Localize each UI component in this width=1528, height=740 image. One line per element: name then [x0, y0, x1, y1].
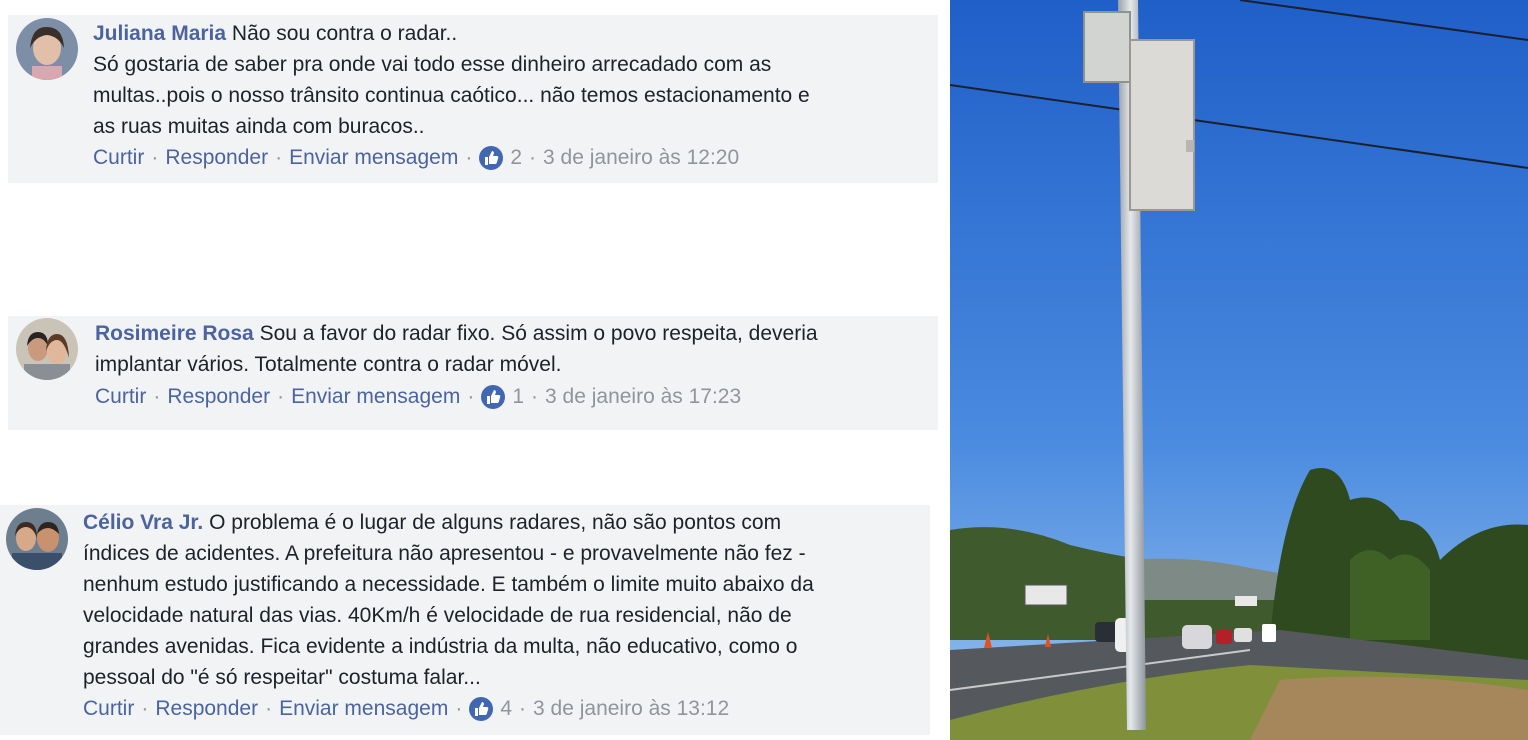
comment: Juliana Maria Não sou contra o radar.. S… — [8, 15, 938, 183]
like-link[interactable]: Curtir — [93, 146, 144, 170]
reply-link[interactable]: Responder — [167, 385, 270, 409]
comment-body: implantar vários. Totalmente contra o ra… — [95, 353, 562, 376]
separator: · — [529, 146, 537, 169]
reaction-count[interactable]: 2 — [510, 146, 522, 170]
separator: · — [141, 697, 149, 720]
thumbs-up-icon[interactable] — [469, 697, 494, 721]
avatar[interactable] — [16, 318, 78, 380]
comment-first-line: O problema é o lugar de alguns radares, … — [209, 511, 782, 534]
comment-body: Só gostaria de saber pra onde vai todo e… — [93, 53, 810, 138]
author-name[interactable]: Rosimeire Rosa — [95, 322, 254, 345]
like-link[interactable]: Curtir — [95, 385, 146, 409]
separator: · — [277, 385, 285, 408]
avatar[interactable] — [16, 18, 78, 80]
comment-text: Juliana Maria Não sou contra o radar.. S… — [93, 18, 810, 142]
separator: · — [265, 697, 273, 720]
separator: · — [153, 385, 161, 408]
comment-actions: Curtir · Responder · Enviar mensagem · 2… — [93, 146, 739, 170]
comment: Rosimeire Rosa Sou a favor do radar fixo… — [8, 316, 938, 430]
send-message-link[interactable]: Enviar mensagem — [289, 146, 458, 170]
separator: · — [151, 146, 159, 169]
like-link[interactable]: Curtir — [83, 697, 134, 721]
reply-link[interactable]: Responder — [155, 697, 258, 721]
comment-text: Célio Vra Jr. O problema é o lugar de al… — [83, 507, 814, 693]
timestamp[interactable]: 3 de janeiro às 17:23 — [545, 385, 741, 409]
separator: · — [531, 385, 539, 408]
separator: · — [275, 146, 283, 169]
thumbs-up-icon[interactable] — [481, 385, 506, 409]
comment-text: Rosimeire Rosa Sou a favor do radar fixo… — [95, 318, 818, 380]
comment-actions: Curtir · Responder · Enviar mensagem · 1… — [95, 385, 741, 409]
send-message-link[interactable]: Enviar mensagem — [291, 385, 460, 409]
separator: · — [465, 146, 473, 169]
separator: · — [519, 697, 527, 720]
timestamp[interactable]: 3 de janeiro às 13:12 — [533, 697, 729, 721]
avatar[interactable] — [6, 508, 68, 570]
separator: · — [467, 385, 475, 408]
thumbs-up-icon[interactable] — [479, 146, 504, 170]
comment-first-line: Sou a favor do radar fixo. Só assim o po… — [259, 322, 818, 345]
timestamp[interactable]: 3 de janeiro às 12:20 — [543, 146, 739, 170]
speed-camera-photo — [950, 0, 1528, 740]
reaction-count[interactable]: 1 — [512, 385, 524, 409]
reaction-count[interactable]: 4 — [500, 697, 512, 721]
comment-actions: Curtir · Responder · Enviar mensagem · 4… — [83, 697, 729, 721]
author-name[interactable]: Célio Vra Jr. — [83, 511, 203, 534]
comment-first-line: Não sou contra o radar.. — [231, 22, 458, 45]
comment: Célio Vra Jr. O problema é o lugar de al… — [0, 505, 930, 735]
comment-body: índices de acidentes. A prefeitura não a… — [83, 542, 814, 689]
separator: · — [455, 697, 463, 720]
reply-link[interactable]: Responder — [165, 146, 268, 170]
roadside-scene — [950, 0, 1528, 740]
send-message-link[interactable]: Enviar mensagem — [279, 697, 448, 721]
author-name[interactable]: Juliana Maria — [93, 22, 226, 45]
